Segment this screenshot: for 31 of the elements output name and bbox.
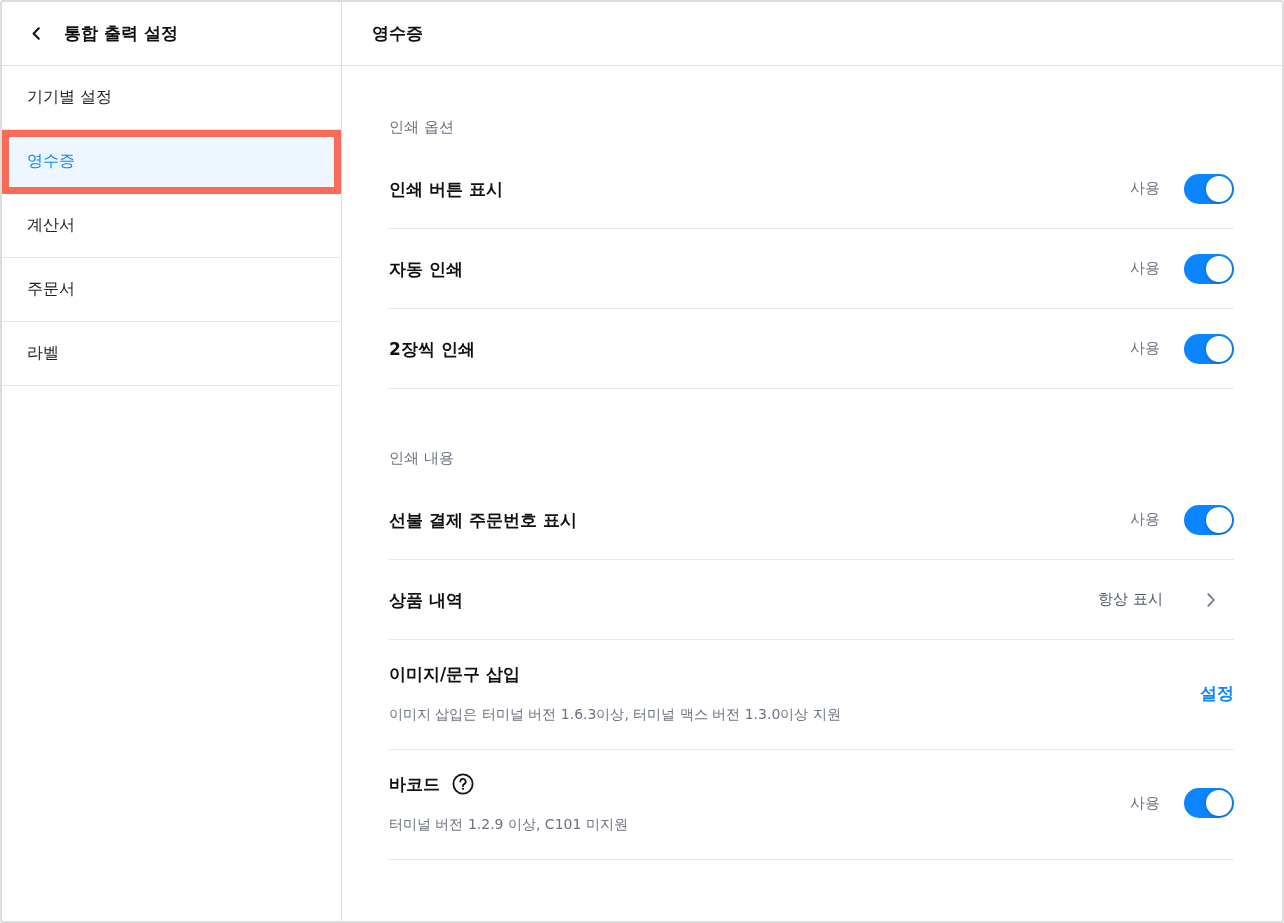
setting-label: 선불 결제 주문번호 표시 [389, 508, 577, 532]
setting-description: 이미지 삽입은 터미널 버전 1.6.3이상, 터미널 맥스 버전 1.3.0이상 지원 [389, 705, 841, 724]
toggle-switch[interactable] [1184, 333, 1234, 364]
toggle-switch[interactable] [1184, 173, 1234, 204]
status-text: 사용 [1130, 510, 1160, 529]
toggle-switch[interactable] [1184, 253, 1234, 284]
section-title: 인쇄 내용 [389, 449, 454, 467]
toggle-switch[interactable] [1184, 788, 1234, 818]
sidebar-item[interactable]: 계산서 [2, 194, 341, 258]
panel-title: 영수증 [372, 22, 423, 45]
chevron-right-icon [1207, 592, 1215, 607]
setting-label: 상품 내역 [389, 588, 463, 612]
sidebar-item[interactable]: 주문서 [2, 258, 341, 322]
status-text: 사용 [1130, 793, 1160, 813]
back-button[interactable] [32, 27, 40, 40]
toggle-switch[interactable] [1184, 504, 1234, 535]
sidebar-title: 통합 출력 설정 [64, 22, 178, 45]
status-text: 사용 [1130, 179, 1160, 198]
setting-label: 이미지/문구 삽입 [389, 663, 521, 686]
setting-label: 자동 인쇄 [389, 257, 463, 281]
sidebar-item[interactable]: 라벨 [2, 322, 341, 386]
chevron-left-icon [32, 27, 40, 40]
setting-label: 바코드 [389, 773, 440, 796]
status-text: 사용 [1130, 339, 1160, 358]
setting-description: 터미널 버전 1.2.9 이상, C101 미지원 [389, 815, 628, 834]
option-select-button[interactable]: 항상 표시 [1098, 590, 1215, 609]
setting-label: 2장씩 인쇄 [389, 337, 475, 361]
status-text: 사용 [1130, 259, 1160, 278]
section-title: 인쇄 옵션 [389, 118, 454, 136]
settings-link[interactable]: 설정 [1200, 681, 1234, 705]
setting-label: 인쇄 버튼 표시 [389, 177, 503, 201]
